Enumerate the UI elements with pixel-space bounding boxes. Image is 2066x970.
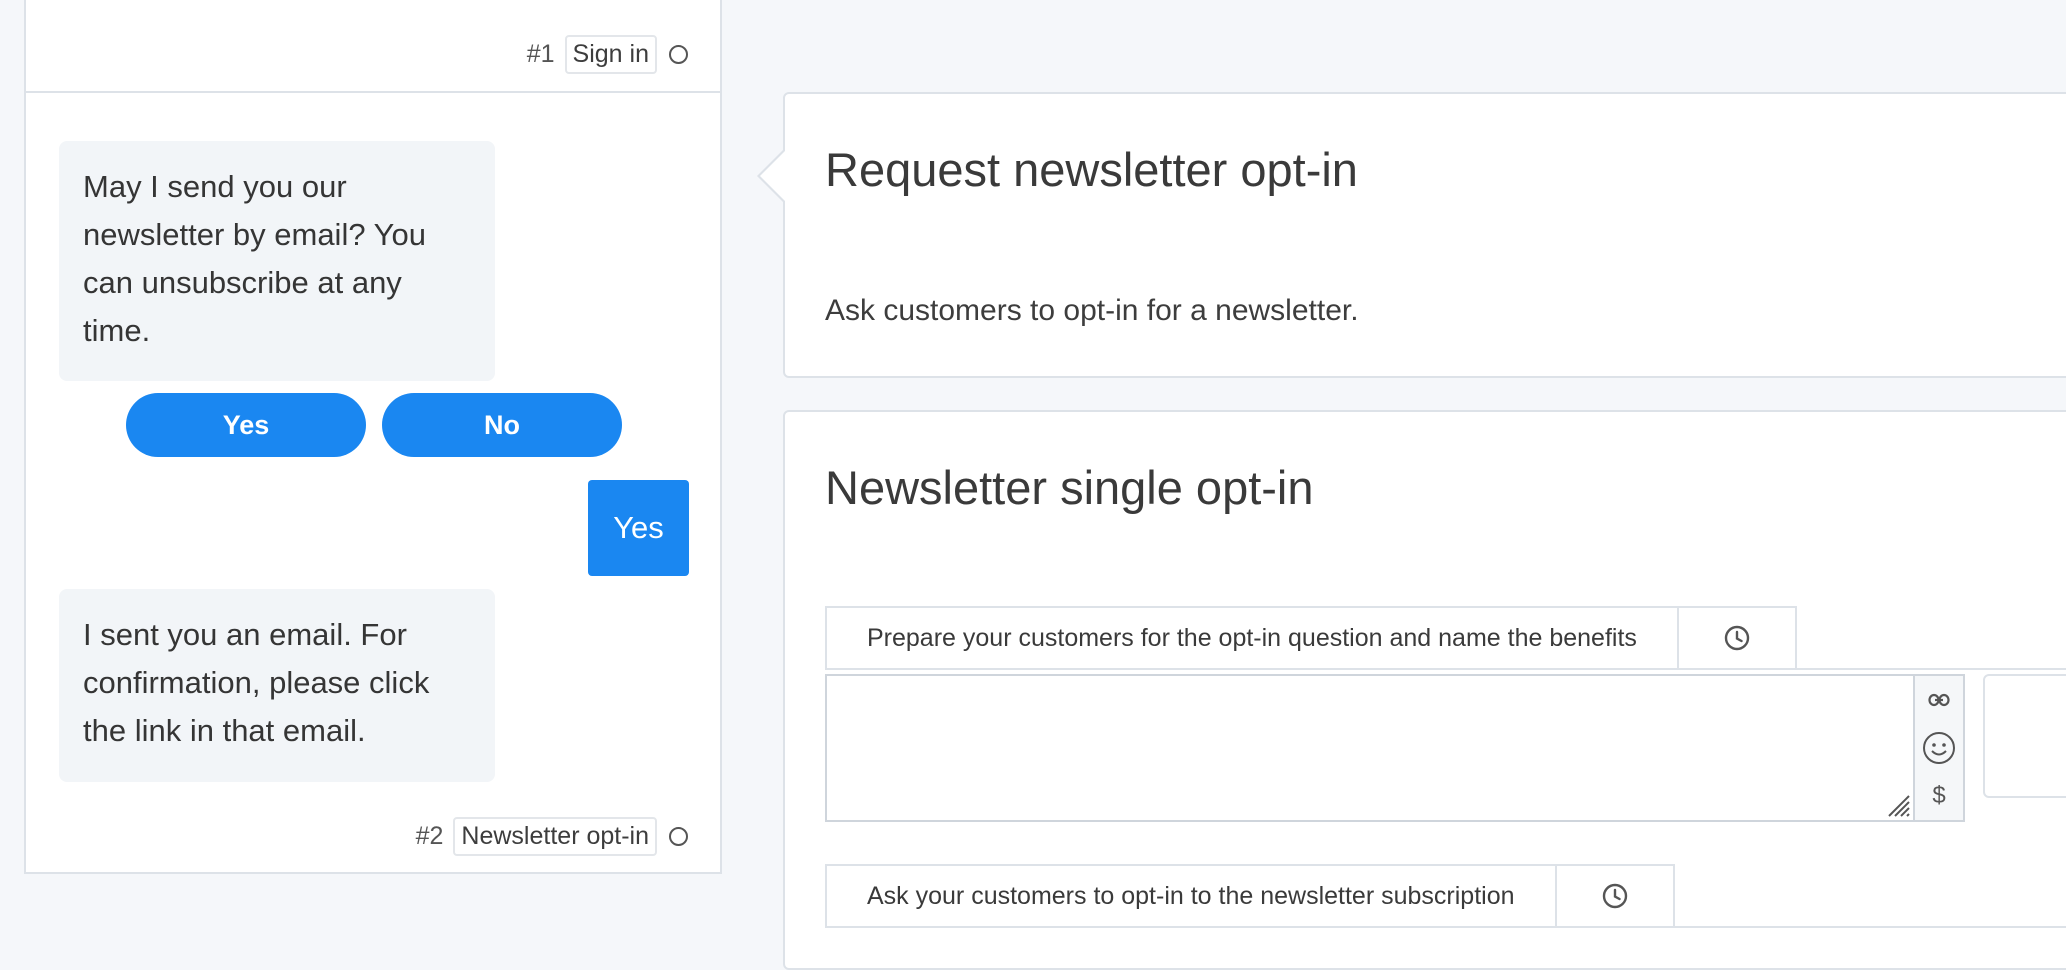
user-message-bubble: Yes xyxy=(588,480,689,576)
field-label-opt-in[interactable]: Ask your customers to opt-in to the news… xyxy=(825,864,1557,926)
benefits-message-textarea[interactable]: $ xyxy=(825,674,1965,822)
quick-reply-no-button[interactable]: No xyxy=(382,393,622,457)
dollar-icon[interactable]: $ xyxy=(1922,779,1956,813)
textarea-toolbar: $ xyxy=(1913,676,1963,820)
field-header-opt-in: Ask your customers to opt-in to the news… xyxy=(825,864,1675,926)
request-opt-in-card: Request newsletter opt-in Ask customers … xyxy=(783,92,2066,378)
field-label-benefits[interactable]: Prepare your customers for the opt-in qu… xyxy=(825,606,1679,668)
card-title: Newsletter single opt-in xyxy=(825,461,1314,514)
step-number: #2 xyxy=(415,822,444,850)
smiley-icon[interactable] xyxy=(1922,731,1956,765)
step-number: #1 xyxy=(526,40,555,68)
chat-preview-panel: #1 Sign in May I send you our newsletter… xyxy=(24,0,722,874)
clock-icon xyxy=(1724,625,1750,651)
resize-handle-icon[interactable] xyxy=(1885,792,1911,818)
card-description: Ask customers to opt-in for a newsletter… xyxy=(825,294,1359,327)
clock-icon xyxy=(1602,883,1627,909)
link-icon[interactable] xyxy=(1922,683,1956,717)
delay-button[interactable] xyxy=(1678,606,1797,668)
step-status-circle-icon[interactable] xyxy=(669,45,688,64)
step-tag[interactable]: Sign in xyxy=(564,35,657,74)
chat-divider xyxy=(26,91,720,93)
single-opt-in-card: Newsletter single opt-in Prepare your cu… xyxy=(783,410,2066,970)
preview-side-box xyxy=(1983,674,2066,798)
bot-message-bubble: I sent you an email. For confirmation, p… xyxy=(59,589,495,782)
step-marker-2[interactable]: #2 Newsletter opt-in xyxy=(416,817,688,856)
quick-reply-yes-button[interactable]: Yes xyxy=(126,393,366,457)
step-status-circle-icon[interactable] xyxy=(669,827,688,846)
field-separator xyxy=(825,668,2066,670)
step-marker-1[interactable]: #1 Sign in xyxy=(527,35,688,74)
bot-message-bubble: May I send you our newsletter by email? … xyxy=(59,141,495,381)
card-pointer-arrow-fill xyxy=(760,151,785,201)
field-header-benefits: Prepare your customers for the opt-in qu… xyxy=(825,606,1797,668)
delay-button[interactable] xyxy=(1556,864,1675,926)
step-tag[interactable]: Newsletter opt-in xyxy=(453,817,657,856)
field-separator xyxy=(825,926,2066,928)
card-title: Request newsletter opt-in xyxy=(825,143,1358,196)
